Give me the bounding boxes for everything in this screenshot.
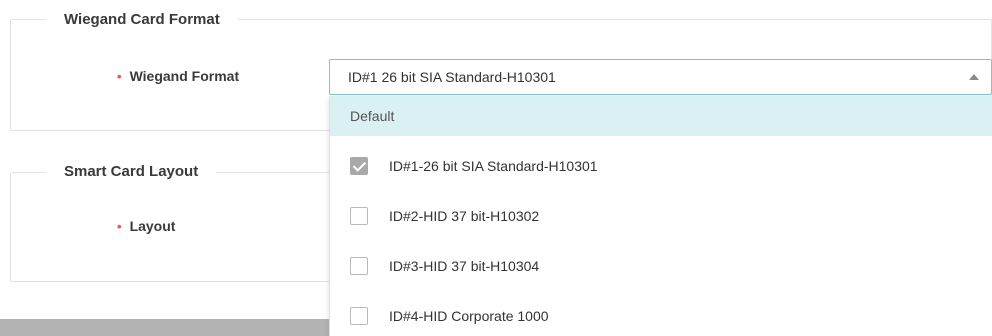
required-marker: • xyxy=(117,69,122,84)
dropdown-option[interactable]: ID#1-26 bit SIA Standard-H10301 xyxy=(330,142,992,192)
chevron-up-icon[interactable] xyxy=(969,74,979,80)
checkbox-icon[interactable] xyxy=(350,307,368,325)
dropdown-option[interactable]: ID#2-HID 37 bit-H10302 xyxy=(330,192,992,242)
wiegand-format-label-row: • Wiegand Format xyxy=(117,68,239,84)
wiegand-format-selected-value: ID#1 26 bit SIA Standard-H10301 xyxy=(348,69,556,85)
dropdown-group-default: Default xyxy=(330,96,992,136)
wiegand-format-select[interactable]: ID#1 26 bit SIA Standard-H10301 xyxy=(329,59,992,95)
dropdown-option-label: ID#4-HID Corporate 1000 xyxy=(389,308,549,324)
checkbox-checked-icon[interactable] xyxy=(350,157,368,175)
dropdown-option-label: ID#2-HID 37 bit-H10302 xyxy=(389,208,540,224)
dropdown-option-label: ID#3-HID 37 bit-H10304 xyxy=(389,258,540,274)
layout-label-row: • Layout xyxy=(117,218,175,234)
wiegand-format-label: Wiegand Format xyxy=(129,68,240,84)
dropdown-option-label: ID#1-26 bit SIA Standard-H10301 xyxy=(389,158,598,174)
checkmark-icon xyxy=(352,158,367,172)
wiegand-section-title: Wiegand Card Format xyxy=(46,11,238,28)
dropdown-option[interactable]: ID#4-HID Corporate 1000 xyxy=(330,292,992,336)
checkbox-icon[interactable] xyxy=(350,207,368,225)
layout-label: Layout xyxy=(129,218,176,234)
dropdown-option[interactable]: ID#3-HID 37 bit-H10304 xyxy=(330,242,992,292)
footer-bar xyxy=(0,319,329,336)
wiegand-format-dropdown: Default ID#1-26 bit SIA Standard-H10301 … xyxy=(329,96,992,336)
required-marker: • xyxy=(117,219,122,234)
smart-card-section-title: Smart Card Layout xyxy=(46,163,217,180)
checkbox-icon[interactable] xyxy=(350,257,368,275)
